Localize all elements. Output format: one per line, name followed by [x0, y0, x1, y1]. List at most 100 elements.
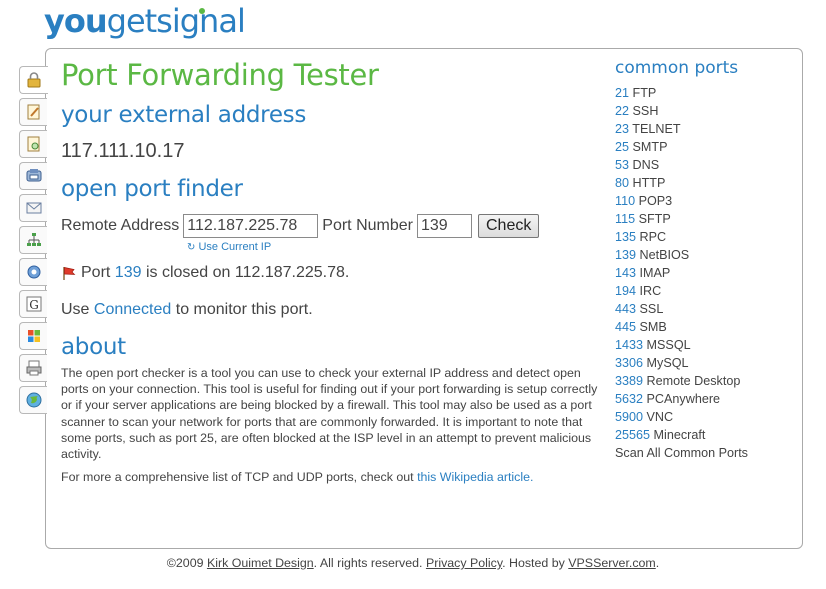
use-current-ip-label: Use Current IP — [198, 241, 272, 253]
monitor-suffix: to monitor this port. — [175, 301, 313, 318]
port-number-link[interactable]: 25565 — [615, 428, 650, 442]
port-number-link[interactable]: 443 — [615, 302, 636, 316]
port-service-name: TELNET — [632, 122, 681, 136]
remote-address-input[interactable] — [183, 214, 319, 238]
tab-tool-7[interactable] — [19, 258, 47, 286]
port-service-name: DNS — [632, 158, 660, 172]
monitor-line: Use Connected to monitor this port. — [61, 301, 313, 319]
port-service-name: SSL — [639, 302, 664, 316]
about-heading: about — [61, 334, 126, 360]
phone-icon — [26, 169, 41, 182]
tab-tool-2[interactable] — [19, 98, 47, 126]
result-port-link[interactable]: 139 — [115, 264, 142, 282]
tab-tool-9[interactable] — [19, 322, 47, 350]
result-suffix: is closed on 112.187.225.78. — [145, 264, 350, 281]
port-number-link[interactable]: 53 — [615, 158, 629, 172]
port-number-link[interactable]: 194 — [615, 284, 636, 298]
tab-tool-5[interactable] — [19, 194, 47, 222]
port-number-link[interactable]: 110 — [615, 194, 635, 208]
port-item: 25565 Minecraft — [615, 426, 795, 444]
magnifier-globe-icon — [27, 265, 40, 279]
port-number-link[interactable]: 143 — [615, 266, 636, 280]
port-number-link[interactable]: 21 — [615, 86, 629, 100]
tab-tool-10[interactable] — [19, 354, 47, 382]
scan-all-link[interactable]: Scan All Common Ports — [615, 444, 795, 462]
footer-hosted: . Hosted by — [502, 556, 565, 570]
port-number-link[interactable]: 3389 — [615, 374, 643, 388]
port-number-link[interactable]: 139 — [615, 248, 636, 262]
port-service-name: PCAnywhere — [646, 392, 721, 406]
google-g-icon: G — [26, 296, 41, 312]
port-item: 3306 MySQL — [615, 354, 795, 372]
page-title: Port Forwarding Tester — [61, 58, 379, 92]
more-info-line: For more a comprehensive list of TCP and… — [61, 470, 533, 484]
tab-port-forwarding[interactable] — [19, 66, 48, 94]
footer-privacy-link[interactable]: Privacy Policy — [426, 556, 502, 570]
port-service-name: IMAP — [639, 266, 671, 280]
port-service-name: Minecraft — [653, 428, 706, 442]
port-number-link[interactable]: 80 — [615, 176, 629, 190]
connected-link[interactable]: Connected — [94, 301, 171, 318]
use-current-ip-link[interactable]: ↻ Use Current IP — [187, 241, 271, 253]
port-item: 53 DNS — [615, 156, 795, 174]
port-number-link[interactable]: 135 — [615, 230, 636, 244]
port-service-name: SFTP — [638, 212, 671, 226]
network-tree-icon — [26, 233, 41, 246]
port-number-link[interactable]: 445 — [615, 320, 636, 334]
port-item: 115 SFTP — [615, 210, 795, 228]
tab-tool-8[interactable]: G — [19, 290, 47, 318]
logo-get: get — [106, 2, 158, 40]
lock-icon — [27, 72, 41, 88]
port-number-link[interactable]: 5632 — [615, 392, 643, 406]
more-info-prefix: For more a comprehensive list of TCP and… — [61, 470, 414, 484]
port-number-link[interactable]: 3306 — [615, 356, 643, 370]
port-service-name: SSH — [632, 104, 659, 118]
tab-tool-3[interactable] — [19, 130, 47, 158]
document-search-icon — [27, 136, 39, 152]
port-number-input[interactable] — [416, 214, 472, 238]
common-ports-heading: common ports — [615, 58, 739, 78]
port-item: 80 HTTP — [615, 174, 795, 192]
tab-tool-4[interactable] — [19, 162, 47, 190]
footer-rights: . All rights reserved. — [313, 556, 423, 570]
port-item: 445 SMB — [615, 318, 795, 336]
footer-author-link[interactable]: Kirk Ouimet Design — [207, 556, 314, 570]
port-service-name: Remote Desktop — [646, 374, 741, 388]
globe-icon — [26, 392, 41, 408]
wikipedia-link[interactable]: this Wikipedia article. — [417, 470, 533, 484]
footer-host-link[interactable]: VPSServer.com — [568, 556, 655, 570]
port-service-name: SMB — [639, 320, 667, 334]
external-address-heading: your external address — [61, 102, 307, 128]
port-item: 3389 Remote Desktop — [615, 372, 795, 390]
port-item: 5900 VNC — [615, 408, 795, 426]
port-item: 135 RPC — [615, 228, 795, 246]
port-item: 23 TELNET — [615, 120, 795, 138]
port-service-name: MySQL — [646, 356, 689, 370]
port-number-link[interactable]: 25 — [615, 140, 629, 154]
common-ports-list: 21 FTP 22 SSH 23 TELNET 25 SMTP 53 DNS 80 HTT… — [615, 84, 795, 444]
check-button[interactable]: Check — [477, 214, 540, 238]
port-number-link[interactable]: 5900 — [615, 410, 643, 424]
svg-text:G: G — [29, 298, 39, 312]
port-item: 22 SSH — [615, 102, 795, 120]
tab-tool-11[interactable] — [19, 386, 47, 414]
port-service-name: NetBIOS — [639, 248, 690, 262]
red-flag-icon — [63, 267, 76, 280]
windows-icon — [27, 330, 40, 342]
port-number-link[interactable]: 22 — [615, 104, 629, 118]
tab-tool-6[interactable] — [19, 226, 47, 254]
site-logo[interactable]: yougetsignal — [44, 2, 246, 40]
logo-signal-dot — [199, 8, 205, 14]
port-number-link[interactable]: 1433 — [615, 338, 643, 352]
port-number-link[interactable]: 115 — [615, 212, 635, 226]
port-check-result: Port 139 is closed on 112.187.225.78. — [61, 264, 349, 282]
port-service-name: SMTP — [632, 140, 668, 154]
port-number-label: Port Number — [322, 217, 413, 234]
port-service-name: FTP — [632, 86, 657, 100]
port-item: 25 SMTP — [615, 138, 795, 156]
footer: ©2009 Kirk Ouimet Design. All rights res… — [0, 556, 826, 570]
port-item: 443 SSL — [615, 300, 795, 318]
port-item: 21 FTP — [615, 84, 795, 102]
remote-address-label: Remote Address — [61, 217, 180, 234]
port-number-link[interactable]: 23 — [615, 122, 629, 136]
